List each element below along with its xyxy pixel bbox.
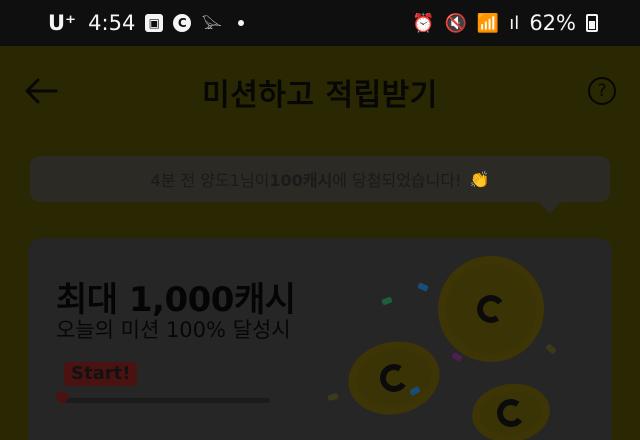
notice-pointer [538, 190, 562, 214]
bird-icon: 𓅪 [201, 16, 222, 37]
page-title: 미션하고 적립받기 [202, 78, 438, 113]
battery-icon [586, 14, 598, 32]
clock: 4:54 [88, 11, 136, 35]
clap-icon: 👏 [469, 169, 490, 189]
notice-prefix: 4분 전 양도1님이 [150, 171, 270, 190]
question-icon[interactable]: ? [588, 77, 616, 105]
progress-start-marker [56, 391, 68, 403]
battery-percent: 62% [529, 11, 576, 35]
status-bar: U⁺ 4:54 ▣ C 𓅪 ⏰ 🔇 📶 ıl 62% [0, 0, 640, 46]
mission-progress-bar [64, 398, 270, 403]
notice-amount: 100캐시 [269, 171, 333, 190]
confetti-piece [327, 392, 339, 402]
carrier-label: U⁺ [48, 11, 77, 35]
mute-icon: 🔇 [444, 12, 467, 34]
notice-suffix: 에 당첨되었습니다! [332, 171, 462, 190]
wifi-icon: 📶 [476, 12, 500, 34]
confetti-piece [381, 296, 393, 306]
coin-illustration [312, 238, 612, 440]
coin-icon [341, 333, 447, 423]
status-right: ⏰ 🔇 📶 ıl 62% [412, 11, 598, 35]
signal-icon: ıl [509, 12, 520, 34]
c-icon: C [173, 14, 192, 32]
winner-notice: 4분 전 양도1님이 100캐시 에 당첨되었습니다! 👏 [30, 156, 610, 214]
card-subtitle: 오늘의 미션 100% 달성시 [56, 318, 291, 342]
confetti-piece [545, 343, 557, 355]
notification-dot-icon [237, 20, 244, 26]
coin-symbol [474, 292, 508, 326]
bottom-strip [0, 420, 640, 440]
alarm-icon: ⏰ [412, 12, 435, 34]
app-screen: 미션하고 적립받기 ? 4분 전 양도1님이 100캐시 에 당첨되었습니다! … [0, 46, 640, 440]
coin-icon [429, 247, 553, 371]
start-badge: Start! [64, 362, 138, 386]
header: 미션하고 적립받기 ? [0, 46, 640, 138]
confetti-piece [417, 282, 429, 292]
mission-card: 최대 1,000캐시 오늘의 미션 100% 달성시 Start! [28, 238, 612, 440]
image-icon: ▣ [145, 14, 164, 32]
status-left: U⁺ 4:54 ▣ C 𓅪 [48, 8, 244, 38]
coin-symbol [377, 361, 411, 395]
